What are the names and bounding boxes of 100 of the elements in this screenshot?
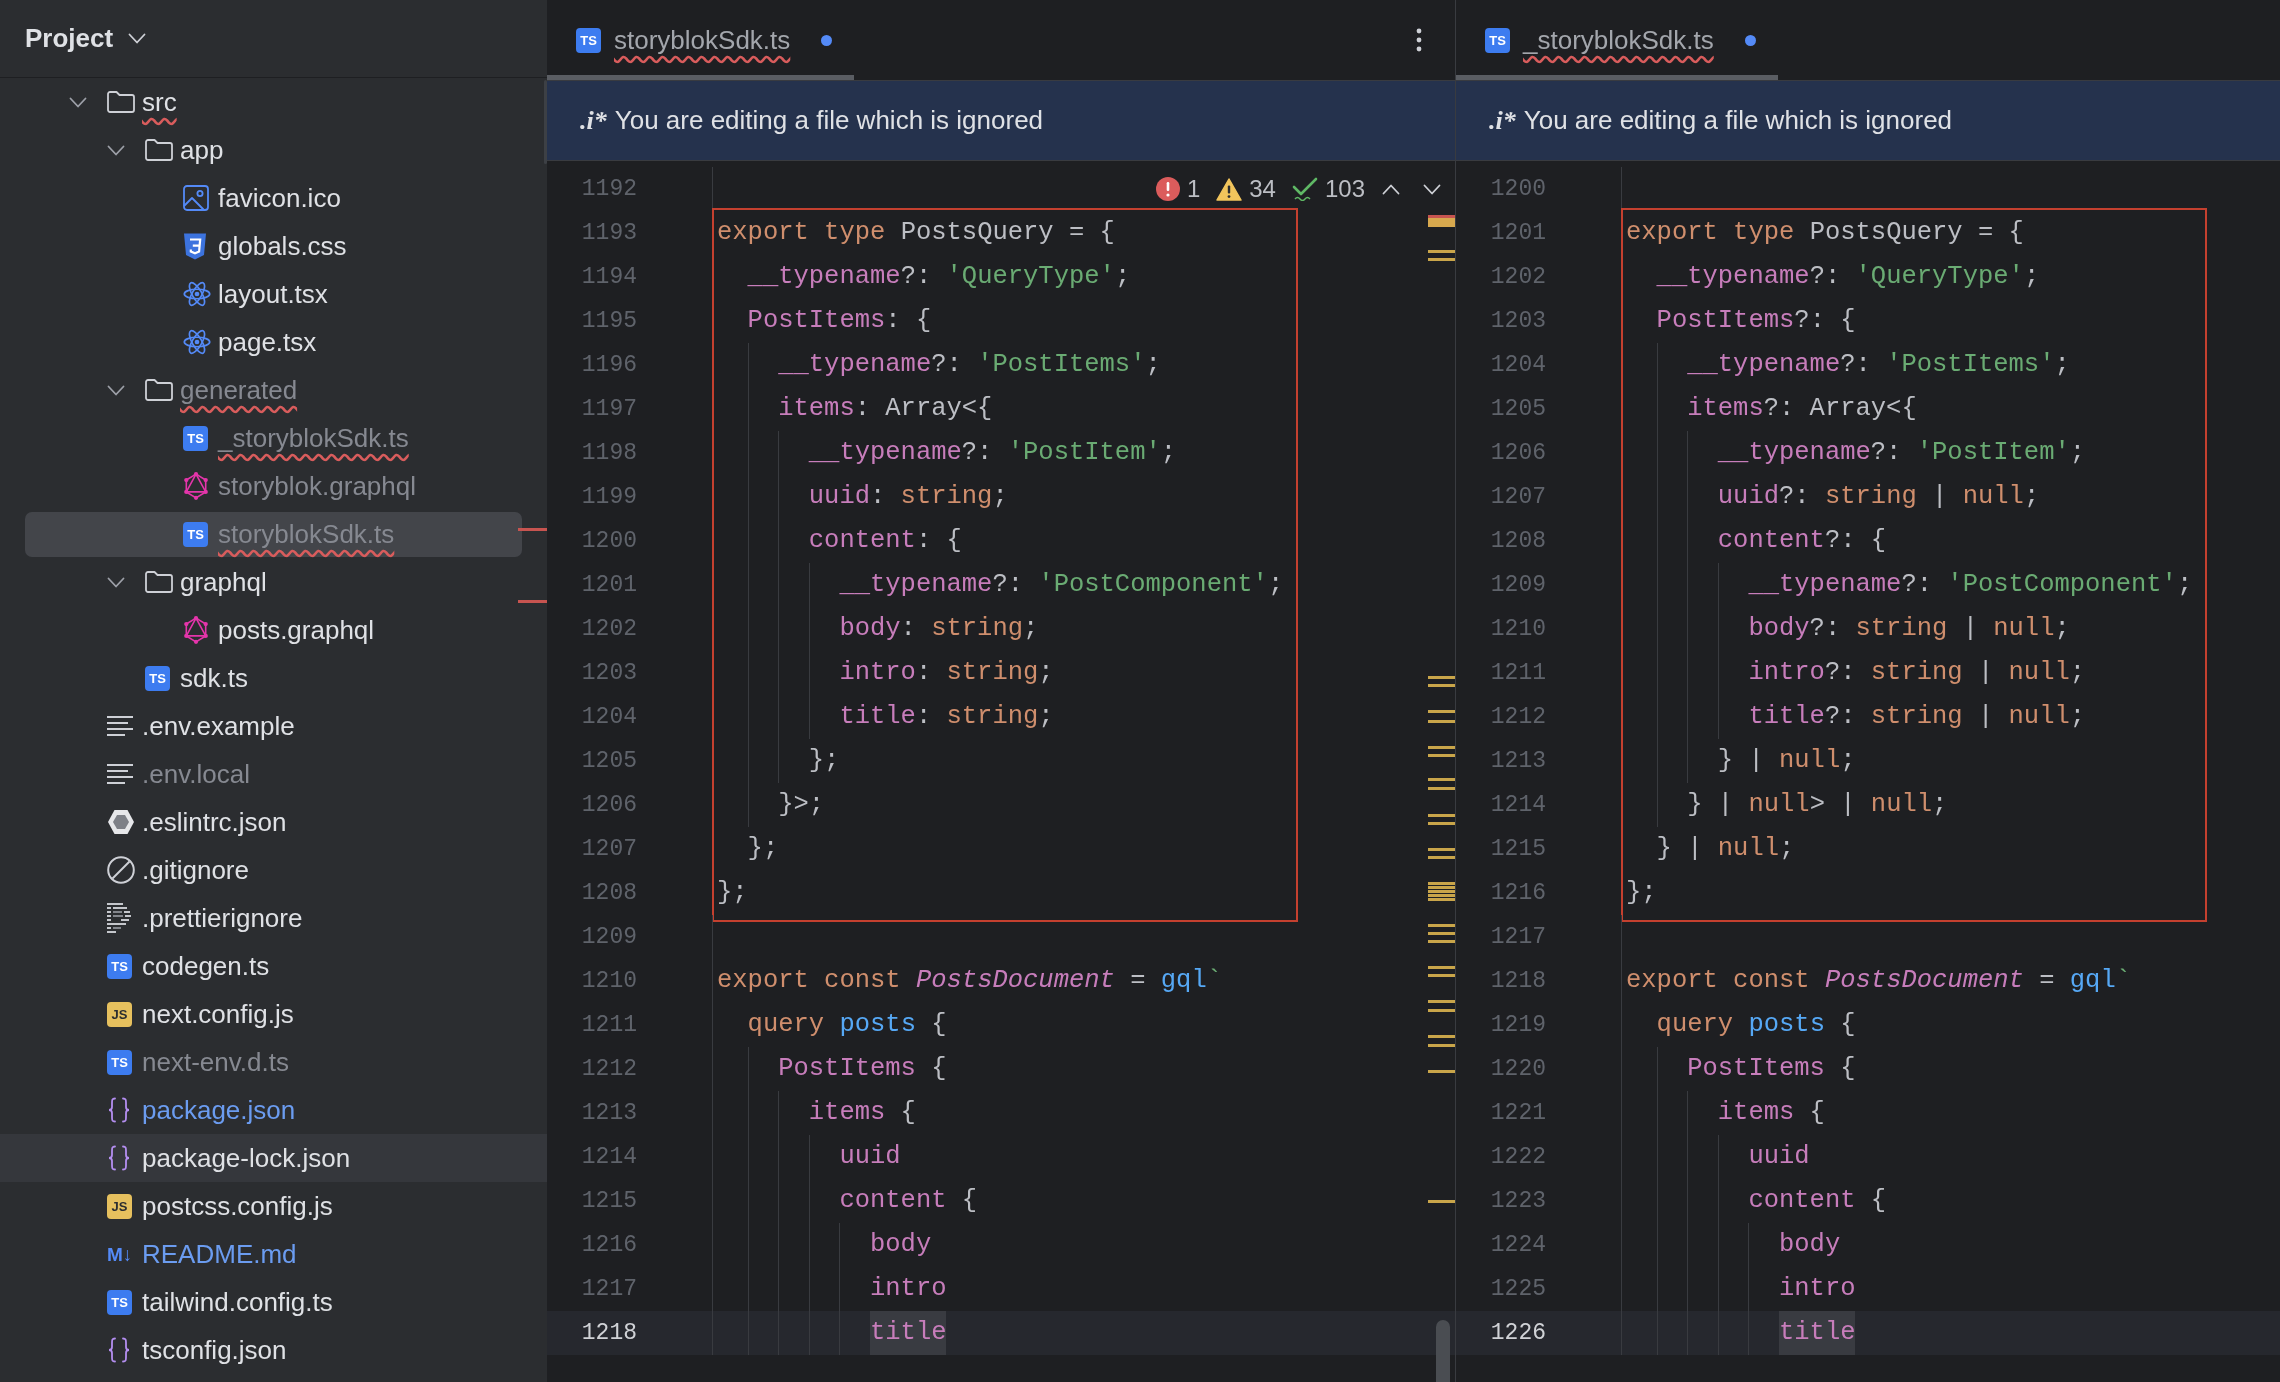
file-name[interactable]: README.md <box>142 1238 297 1270</box>
file-name[interactable]: next-env.d.ts <box>142 1046 289 1078</box>
file-name[interactable]: package.json <box>142 1094 296 1126</box>
file-name[interactable]: .prettierignore <box>142 902 303 934</box>
line-number: 1207 <box>581 835 637 864</box>
ts-badge: TS <box>145 665 170 691</box>
chevron-down-icon[interactable] <box>107 576 125 588</box>
line-number: 1199 <box>581 483 637 512</box>
code-line: content { <box>1626 1179 1887 1223</box>
braces-icon <box>107 1145 131 1171</box>
ts-badge: TS <box>576 27 601 53</box>
file-name[interactable]: posts.graphql <box>218 614 375 646</box>
hexagon-graph-icon <box>183 472 209 500</box>
banner-message: You are editing a file which is ignored <box>1523 104 1953 137</box>
file-name[interactable]: codegen.ts <box>142 950 270 982</box>
line-number: 1201 <box>1490 219 1546 248</box>
line-number: 1192 <box>581 175 637 204</box>
code-line: items?: Array<{ <box>1626 387 1917 431</box>
code-line: }; <box>1626 877 1657 909</box>
ts-badge: TS <box>107 953 132 979</box>
line-number: 1201 <box>581 571 637 600</box>
inspection-counter[interactable]: 1 <box>1155 176 1201 202</box>
stripe-mark <box>518 600 547 603</box>
chevron-down-icon[interactable] <box>69 96 87 108</box>
project-view-dropdown[interactable]: Project <box>25 19 147 58</box>
code-line: __typename?: 'QueryType'; <box>1655 261 2040 293</box>
file-name[interactable]: layout.tsx <box>218 278 328 310</box>
file-name[interactable]: favicon.ico <box>218 182 341 214</box>
line-number: 1206 <box>581 791 637 820</box>
line-number: 1210 <box>581 967 637 996</box>
more-icon[interactable] <box>1416 28 1422 52</box>
code-line: title <box>1626 1311 1856 1355</box>
code-line: intro?: string | null; <box>1626 651 2086 695</box>
code-line: __typename?: 'PostItem'; <box>1626 431 2086 475</box>
code-line: } | null; <box>1626 739 1856 783</box>
file-name[interactable]: tsconfig.json <box>142 1334 287 1366</box>
file-name[interactable]: _storyblokSdk.ts <box>218 422 409 454</box>
file-name[interactable]: tailwind.config.ts <box>142 1286 333 1318</box>
warning-icon <box>1216 177 1243 201</box>
folder-name[interactable]: src <box>142 86 177 118</box>
code-line: query posts { <box>1655 1009 1856 1041</box>
line-number: 1202 <box>1490 263 1546 292</box>
file-name[interactable]: next.config.js <box>142 998 294 1030</box>
file-name[interactable]: postcss.config.js <box>142 1190 333 1222</box>
stripe-mark <box>518 528 547 531</box>
code-line: PostItems { <box>1626 1047 1856 1091</box>
code-line: export const PostsDocument = gql` <box>717 965 1223 997</box>
inspection-counter[interactable]: 103 <box>1291 176 1365 202</box>
code-line: title <box>717 1311 947 1355</box>
scroll-thumb <box>1436 1320 1450 1382</box>
line-number: 1206 <box>1490 439 1546 468</box>
file-name[interactable]: .env.local <box>142 758 250 790</box>
code-line: export type PostsQuery = { <box>717 217 1115 249</box>
file-name[interactable]: sdk.ts <box>180 662 248 694</box>
file-name[interactable]: .env.example <box>142 710 295 742</box>
line-number: 1195 <box>581 307 637 336</box>
line-number: 1202 <box>581 615 637 644</box>
folder-name[interactable]: graphql <box>180 566 267 598</box>
line-number: 1217 <box>1490 923 1546 952</box>
code-line: export const PostsDocument = gql` <box>1626 965 2132 997</box>
code-line: }; <box>717 877 748 909</box>
line-number: 1213 <box>1490 747 1546 776</box>
ts-badge: TS <box>107 1049 132 1075</box>
line-number: 1200 <box>581 527 637 556</box>
chevron-up-icon[interactable] <box>1382 183 1400 195</box>
code-line: export type PostsQuery = { <box>1626 217 2024 249</box>
code-line: content: { <box>717 519 962 563</box>
line-number: 1210 <box>1490 615 1546 644</box>
chevron-down-icon[interactable] <box>107 144 125 156</box>
file-name[interactable]: globals.css <box>218 230 347 262</box>
js-badge: JS <box>107 1001 132 1027</box>
chevron-down-icon[interactable] <box>107 384 125 396</box>
code-line: title: string; <box>717 695 1054 739</box>
braces-icon <box>107 1097 131 1123</box>
code-line: query posts { <box>746 1009 947 1041</box>
text-lines-icon <box>107 716 133 736</box>
inspection-counter[interactable]: 34 <box>1216 176 1276 202</box>
code-line: uuid: string; <box>717 475 1008 519</box>
chevron-down-icon[interactable] <box>1423 183 1441 195</box>
striped-logo-icon <box>107 902 133 934</box>
line-number: 1194 <box>581 263 637 292</box>
folder-name[interactable]: generated <box>180 374 298 406</box>
code-line: items { <box>717 1091 916 1135</box>
line-number: 1205 <box>581 747 637 776</box>
code-line: items: Array<{ <box>717 387 993 431</box>
folder-name[interactable]: app <box>180 134 224 166</box>
code-line: body <box>1626 1223 1841 1267</box>
file-name[interactable]: package-lock.json <box>142 1142 351 1174</box>
line-number: 1214 <box>1490 791 1546 820</box>
code-line: } | null; <box>1655 833 1795 865</box>
code-line: uuid?: string | null; <box>1626 475 2040 519</box>
file-name[interactable]: page.tsx <box>218 326 317 358</box>
chevron-down-icon <box>128 33 147 44</box>
file-name[interactable]: .eslintrc.json <box>142 806 287 838</box>
file-name[interactable]: storyblok.graphql <box>218 470 416 502</box>
file-name[interactable]: .gitignore <box>142 854 249 886</box>
code-line: uuid <box>1626 1135 1810 1179</box>
ts-badge: TS <box>107 1289 132 1315</box>
ts-badge: TS <box>1485 27 1510 53</box>
code-line: }; <box>717 739 840 783</box>
